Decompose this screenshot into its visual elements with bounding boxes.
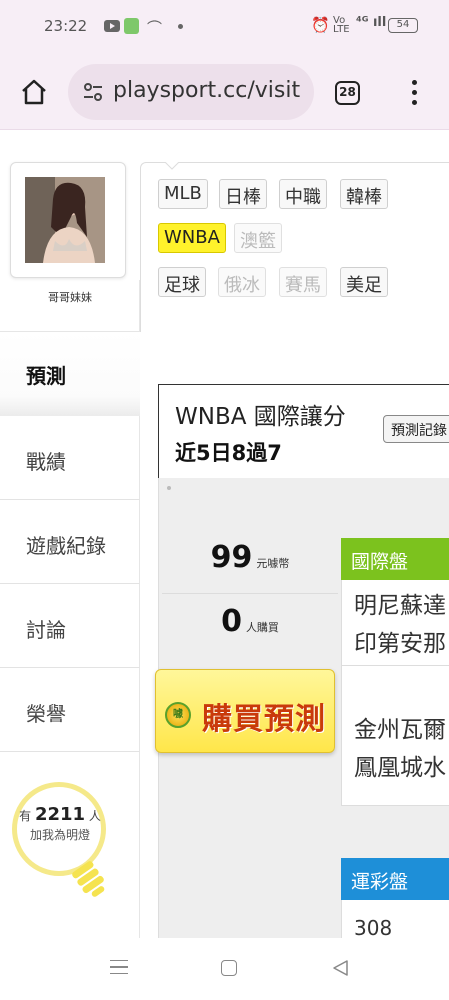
fan-count: 有 2211 人 bbox=[14, 804, 106, 825]
league-tag-kbo[interactable]: 韓棒 bbox=[340, 179, 388, 209]
game-row[interactable]: 明尼蘇達 印第安那 bbox=[341, 580, 449, 666]
volte-icon: Vo LTE bbox=[333, 15, 350, 35]
prediction-title: WNBA 國際讓分 bbox=[175, 404, 346, 430]
league-tag-nbl: 澳籃 bbox=[234, 223, 282, 253]
panel-pointer bbox=[165, 162, 179, 170]
signal-icon: ⁴ᴳ ıll bbox=[356, 15, 387, 30]
decorative-dot bbox=[167, 486, 171, 490]
league-tag-nfl[interactable]: 美足 bbox=[340, 267, 388, 297]
profile-name[interactable]: 哥哥妹妹 bbox=[0, 289, 140, 305]
fan-count-suffix: 人 bbox=[88, 809, 101, 823]
game-row[interactable]: 金州瓦爾 鳳凰城水 bbox=[341, 666, 449, 806]
site-settings-icon[interactable] bbox=[82, 81, 104, 103]
tab-switcher-button[interactable]: 28 bbox=[335, 81, 360, 105]
sidebar-item-honors[interactable]: 榮譽 bbox=[0, 668, 140, 752]
league-tag-wnba[interactable]: WNBA bbox=[158, 223, 226, 253]
battery-icon: 54 bbox=[388, 18, 418, 33]
team-away: 印第安那 bbox=[354, 631, 446, 657]
home-button-icon[interactable] bbox=[221, 960, 237, 976]
avatar[interactable] bbox=[25, 177, 105, 263]
alarm-icon: ⏰ bbox=[311, 16, 330, 34]
back-icon[interactable] bbox=[331, 959, 349, 977]
fan-count-prefix: 有 bbox=[19, 809, 32, 823]
prediction-history-button[interactable]: 預測記錄 bbox=[383, 415, 449, 443]
team-home: 金州瓦爾 bbox=[354, 717, 446, 743]
price-divider bbox=[162, 593, 338, 594]
link-icon: ⌒ bbox=[147, 19, 163, 37]
prediction-record-summary: 近5日8過7 bbox=[175, 441, 282, 465]
more-notifications-dot-icon bbox=[178, 24, 183, 29]
home-icon[interactable] bbox=[20, 78, 48, 106]
lottery-game-row[interactable]: 308 bbox=[341, 900, 449, 938]
app-notification-icon bbox=[124, 18, 139, 34]
more-menu-icon[interactable] bbox=[402, 78, 426, 108]
league-tag-cpbl[interactable]: 中職 bbox=[279, 179, 327, 209]
sidebar-item-predict[interactable]: 預測 bbox=[0, 332, 140, 416]
price-unit: 元噱幣 bbox=[256, 557, 290, 570]
profile-card[interactable] bbox=[10, 162, 126, 278]
youtube-notification-icon bbox=[104, 20, 120, 32]
sidebar-item-discussion[interactable]: 討論 bbox=[0, 584, 140, 668]
league-tag-soccer[interactable]: 足球 bbox=[158, 267, 206, 297]
system-navigation-bar bbox=[0, 938, 449, 1000]
intl-odds-header: 國際盤 bbox=[341, 538, 449, 580]
buyer-count-value: 0 bbox=[221, 604, 242, 639]
buyer-count: 0 人購買 bbox=[160, 604, 340, 639]
buyer-count-unit: 人購買 bbox=[245, 621, 279, 634]
status-bar: 23:22 ⌒ ⏰ Vo LTE ⁴ᴳ ıll 54 bbox=[0, 0, 449, 56]
fan-count-number: 2211 bbox=[34, 804, 86, 825]
league-tag-khl: 俄冰 bbox=[218, 267, 266, 297]
address-bar[interactable]: playsport.cc/visit bbox=[68, 64, 314, 120]
league-tag-npb[interactable]: 日棒 bbox=[219, 179, 267, 209]
browser-toolbar: playsport.cc/visit 28 bbox=[0, 56, 449, 130]
sidebar-item-game-log[interactable]: 遊戲紀錄 bbox=[0, 500, 140, 584]
buy-prediction-label: 購買預測 bbox=[202, 702, 326, 737]
fan-caption: 加我為明燈 bbox=[29, 828, 90, 842]
league-tag-mlb[interactable]: MLB bbox=[158, 179, 208, 209]
avatar-photo bbox=[25, 177, 105, 263]
sidebar-item-record[interactable]: 戰績 bbox=[0, 416, 140, 500]
team-away: 鳳凰城水 bbox=[354, 755, 446, 781]
fan-lightbulb-badge[interactable]: 有 2211 人 加我為明燈 bbox=[8, 780, 118, 910]
lottery-game-number: 308 bbox=[354, 916, 393, 938]
prediction-price: 99 元噱幣 bbox=[160, 540, 340, 575]
prediction-header: WNBA 國際讓分 近5日8過7 預測記錄 bbox=[158, 384, 449, 478]
buy-prediction-button[interactable]: 噱 購買預測 bbox=[155, 669, 335, 753]
status-time: 23:22 bbox=[44, 17, 88, 35]
coin-icon: 噱 bbox=[165, 702, 191, 728]
recent-apps-icon[interactable] bbox=[110, 960, 128, 974]
lottery-odds-header: 運彩盤 bbox=[341, 858, 449, 900]
league-tag-horse: 賽馬 bbox=[279, 267, 327, 297]
url-text[interactable]: playsport.cc/visit bbox=[113, 78, 309, 103]
price-value: 99 bbox=[210, 540, 253, 575]
team-home: 明尼蘇達 bbox=[354, 593, 446, 619]
profile-name-area bbox=[0, 280, 140, 332]
lightbulb-base-icon bbox=[72, 861, 105, 897]
